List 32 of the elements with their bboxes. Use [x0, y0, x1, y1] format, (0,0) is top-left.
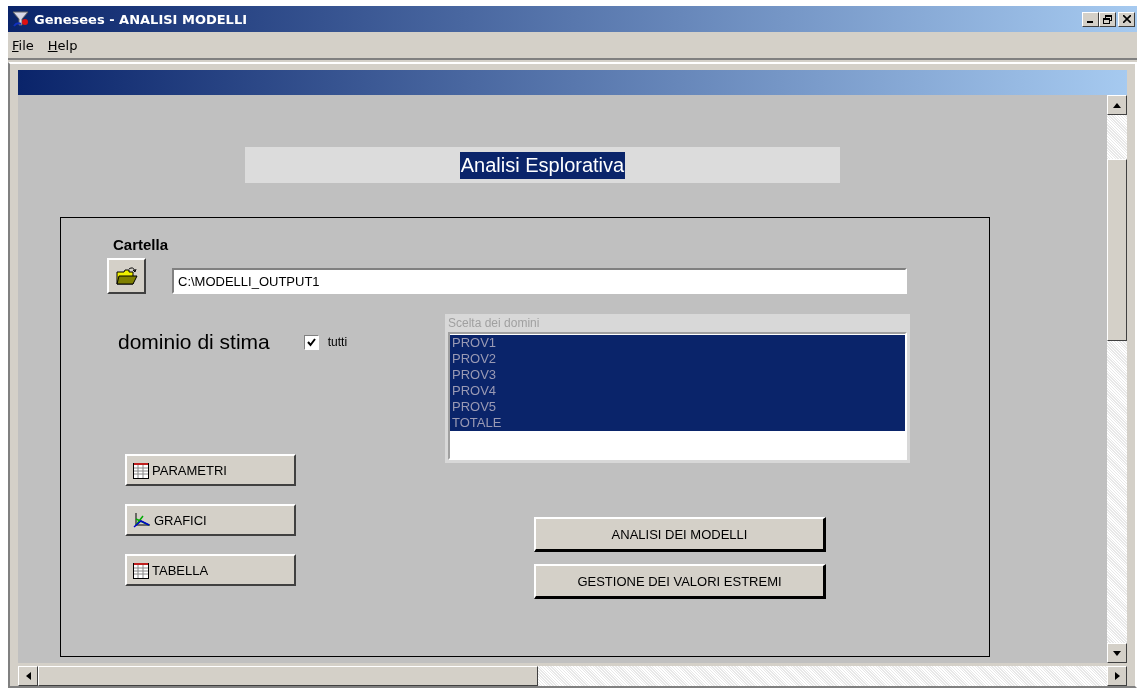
table-button[interactable]: TABELLA [125, 554, 296, 586]
action-button[interactable]: ANALISI DEI MODELLI [534, 517, 826, 552]
restore-button[interactable] [1099, 11, 1116, 27]
down-arrow-icon [1113, 650, 1121, 656]
charts-button[interactable]: GRAFICI [125, 504, 296, 536]
menu-item[interactable]: Help [47, 37, 78, 53]
folder-path-field[interactable]: C:\MODELLI_OUTPUT1 [172, 268, 907, 294]
horizontal-scrollbar[interactable] [18, 666, 1127, 686]
section-title: Analisi Esplorativa [459, 151, 626, 179]
left-arrow-icon [25, 672, 31, 680]
restore-icon [1103, 14, 1112, 24]
table-button[interactable]: PARAMETRI [125, 454, 296, 486]
minimize-button[interactable] [1082, 11, 1099, 27]
chart-icon [133, 512, 151, 528]
folder-label: Cartella [113, 236, 170, 253]
list-header: Scelta dei domini [448, 315, 541, 332]
funnel-icon [12, 10, 30, 28]
right-arrow-icon [1114, 672, 1120, 680]
domain-label: dominio di stima [118, 330, 270, 354]
action-button[interactable]: GESTIONE DEI VALORI ESTREMI [534, 564, 826, 599]
window-title: Genesees - ANALISI MODELLI [34, 11, 248, 27]
up-arrow-icon [1113, 102, 1121, 108]
close-button[interactable] [1118, 11, 1135, 27]
menu-item[interactable]: File [12, 37, 34, 53]
table-icon [133, 461, 149, 479]
table-icon [133, 561, 149, 579]
checkbox-label: tutti [327, 335, 348, 349]
open-folder-button[interactable] [107, 258, 146, 294]
vertical-scrollbar[interactable] [1107, 95, 1127, 663]
close-icon [1122, 15, 1131, 23]
all-checkbox[interactable] [303, 334, 319, 350]
folder-icon [115, 266, 138, 286]
